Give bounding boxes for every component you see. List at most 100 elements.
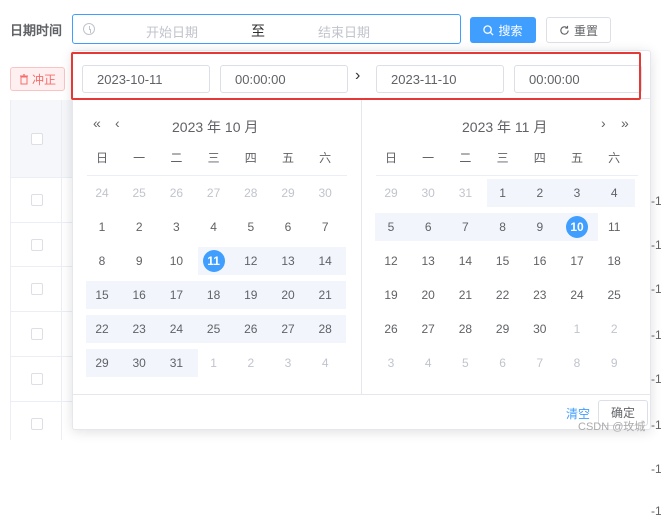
date-cell[interactable]: 3 (562, 181, 592, 205)
date-cell[interactable]: 15 (87, 283, 117, 307)
date-cell[interactable]: 8 (562, 351, 592, 375)
date-cell[interactable]: 30 (525, 317, 555, 341)
date-cell[interactable]: 26 (376, 317, 406, 341)
date-cell[interactable]: 4 (199, 215, 229, 239)
date-cell[interactable]: 23 (525, 283, 555, 307)
row-checkbox[interactable] (31, 194, 43, 206)
date-cell[interactable]: 30 (413, 181, 443, 205)
date-cell[interactable]: 10 (161, 249, 191, 273)
date-cell[interactable]: 5 (236, 215, 266, 239)
date-cell[interactable]: 21 (310, 283, 340, 307)
row-checkbox[interactable] (31, 283, 43, 295)
date-cell[interactable]: 21 (450, 283, 480, 307)
prev-month-icon[interactable]: ‹ (115, 115, 120, 131)
date-cell[interactable]: 20 (413, 283, 443, 307)
date-cell[interactable]: 3 (161, 215, 191, 239)
date-cell[interactable]: 13 (273, 249, 303, 273)
date-cell[interactable]: 26 (161, 181, 191, 205)
date-cell[interactable]: 12 (376, 249, 406, 273)
date-cell[interactable]: 23 (124, 317, 154, 341)
date-cell[interactable]: 27 (413, 317, 443, 341)
date-cell[interactable]: 22 (488, 283, 518, 307)
date-cell[interactable]: 16 (124, 283, 154, 307)
date-cell[interactable]: 5 (450, 351, 480, 375)
date-cell[interactable]: 15 (488, 249, 518, 273)
date-cell[interactable]: 27 (199, 181, 229, 205)
date-cell[interactable]: 29 (273, 181, 303, 205)
date-cell[interactable]: 17 (161, 283, 191, 307)
date-cell[interactable]: 20 (273, 283, 303, 307)
date-cell[interactable]: 6 (413, 215, 443, 239)
date-cell[interactable]: 7 (525, 351, 555, 375)
date-cell[interactable]: 19 (376, 283, 406, 307)
row-checkbox[interactable] (31, 418, 43, 430)
date-cell[interactable]: 1 (488, 181, 518, 205)
date-cell[interactable]: 29 (488, 317, 518, 341)
date-cell[interactable]: 9 (599, 351, 629, 375)
date-cell[interactable]: 22 (87, 317, 117, 341)
date-cell[interactable]: 24 (87, 181, 117, 205)
date-cell[interactable]: 4 (310, 351, 340, 375)
date-cell[interactable]: 4 (599, 181, 629, 205)
end-date-placeholder[interactable]: 结束日期 (318, 22, 370, 41)
reset-button[interactable]: 重置 (546, 17, 611, 43)
date-cell[interactable]: 18 (199, 283, 229, 307)
date-cell[interactable]: 24 (161, 317, 191, 341)
date-cell[interactable]: 5 (376, 215, 406, 239)
date-cell[interactable]: 11 (599, 215, 629, 239)
date-cell[interactable]: 26 (236, 317, 266, 341)
next-year-icon[interactable]: » (621, 115, 629, 131)
search-button[interactable]: 搜索 (470, 17, 536, 43)
selected-date-cell[interactable]: 10 (562, 215, 592, 239)
date-cell[interactable]: 29 (87, 351, 117, 375)
row-checkbox[interactable] (31, 239, 43, 251)
date-cell[interactable]: 4 (413, 351, 443, 375)
start-date-placeholder[interactable]: 开始日期 (146, 22, 198, 41)
date-cell[interactable]: 9 (525, 215, 555, 239)
offset-button[interactable]: 冲正 (10, 67, 65, 91)
date-cell[interactable]: 12 (236, 249, 266, 273)
date-cell[interactable]: 13 (413, 249, 443, 273)
date-cell[interactable]: 25 (124, 181, 154, 205)
date-cell[interactable]: 7 (450, 215, 480, 239)
date-cell[interactable]: 25 (199, 317, 229, 341)
prev-year-icon[interactable]: « (93, 115, 101, 131)
date-cell[interactable]: 3 (376, 351, 406, 375)
select-all-checkbox[interactable] (31, 133, 43, 145)
row-checkbox[interactable] (31, 328, 43, 340)
date-cell[interactable]: 28 (450, 317, 480, 341)
date-cell[interactable]: 31 (161, 351, 191, 375)
date-cell[interactable]: 7 (310, 215, 340, 239)
date-cell[interactable]: 2 (236, 351, 266, 375)
date-cell[interactable]: 1 (87, 215, 117, 239)
date-cell[interactable]: 1 (199, 351, 229, 375)
date-cell[interactable]: 31 (450, 181, 480, 205)
date-cell[interactable]: 28 (236, 181, 266, 205)
date-cell[interactable]: 28 (310, 317, 340, 341)
date-cell[interactable]: 27 (273, 317, 303, 341)
date-cell[interactable]: 18 (599, 249, 629, 273)
date-cell[interactable]: 8 (87, 249, 117, 273)
date-cell[interactable]: 6 (488, 351, 518, 375)
date-cell[interactable]: 3 (273, 351, 303, 375)
date-cell[interactable]: 29 (376, 181, 406, 205)
date-cell[interactable]: 9 (124, 249, 154, 273)
date-cell[interactable]: 16 (525, 249, 555, 273)
selected-date-cell[interactable]: 11 (199, 249, 229, 273)
date-cell[interactable]: 6 (273, 215, 303, 239)
date-cell[interactable]: 2 (599, 317, 629, 341)
date-cell[interactable]: 19 (236, 283, 266, 307)
next-month-icon[interactable]: › (601, 115, 606, 131)
date-cell[interactable]: 14 (310, 249, 340, 273)
date-cell[interactable]: 2 (525, 181, 555, 205)
date-cell[interactable]: 24 (562, 283, 592, 307)
date-cell[interactable]: 14 (450, 249, 480, 273)
date-range-input[interactable]: 开始日期 至 结束日期 (72, 14, 461, 44)
date-cell[interactable]: 2 (124, 215, 154, 239)
date-cell[interactable]: 8 (488, 215, 518, 239)
date-cell[interactable]: 30 (310, 181, 340, 205)
date-cell[interactable]: 1 (562, 317, 592, 341)
date-cell[interactable]: 30 (124, 351, 154, 375)
date-cell[interactable]: 25 (599, 283, 629, 307)
date-cell[interactable]: 17 (562, 249, 592, 273)
